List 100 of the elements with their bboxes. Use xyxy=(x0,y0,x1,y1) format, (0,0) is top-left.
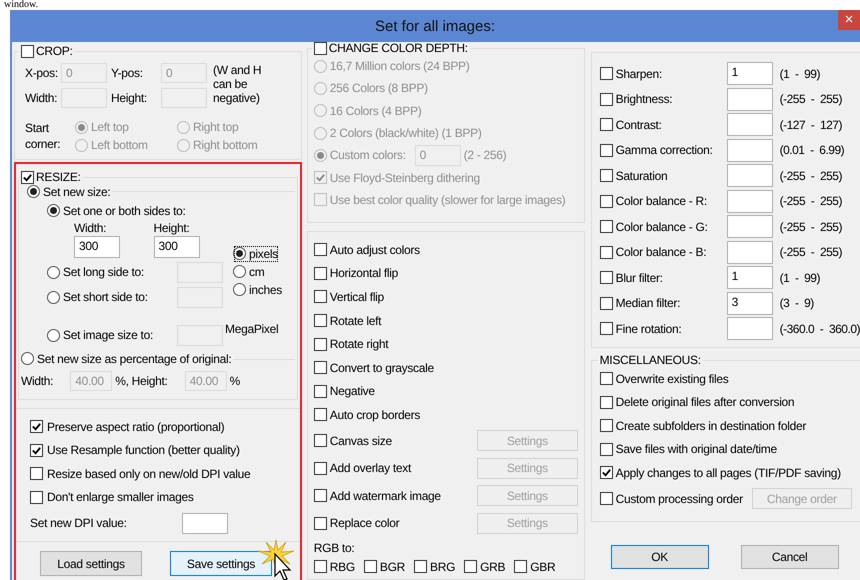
radio-option[interactable]: Set new size: xyxy=(27,184,110,198)
checkbox[interactable] xyxy=(30,444,43,457)
checkbox-label: Delete original files after conversion xyxy=(616,395,794,410)
radio-option[interactable]: Left top xyxy=(75,120,177,134)
input-field[interactable] xyxy=(726,215,773,238)
field-label: Width: xyxy=(25,90,58,104)
input-field[interactable]: 3 xyxy=(726,292,773,315)
checkbox[interactable] xyxy=(414,560,428,574)
input-field[interactable] xyxy=(726,190,773,213)
ok-button[interactable]: OK xyxy=(610,544,709,568)
checkbox[interactable] xyxy=(600,246,613,259)
input-field[interactable] xyxy=(726,113,773,136)
range-label: (-255 - 255) xyxy=(780,194,842,208)
close-button[interactable]: × xyxy=(838,10,860,30)
input-field[interactable] xyxy=(726,88,773,111)
settings-button[interactable]: Save settings xyxy=(170,551,272,576)
radio-option[interactable]: Right bottom xyxy=(177,138,287,152)
checkbox-label: Rotate left xyxy=(330,314,382,328)
checkbox[interactable] xyxy=(600,322,613,336)
input-field[interactable]: 40.00 xyxy=(70,371,112,391)
checkbox-label: Create subfolders in destination folder xyxy=(616,418,806,433)
checkbox[interactable] xyxy=(600,396,613,409)
checkbox[interactable] xyxy=(314,290,327,304)
checkbox[interactable] xyxy=(600,92,613,106)
checkbox-label: Use best color quality (slower for large images) xyxy=(330,192,566,207)
checkbox-label: Negative xyxy=(330,384,376,398)
checkbox[interactable] xyxy=(600,67,613,80)
radio-option[interactable]: Set one or both sides to: xyxy=(47,200,233,220)
checkbox[interactable] xyxy=(600,419,613,432)
input-field[interactable]: 40.00 xyxy=(184,371,227,391)
radio-option[interactable]: pixels xyxy=(233,244,279,262)
radio-option[interactable]: Set image size to: xyxy=(47,328,177,342)
input-field[interactable] xyxy=(182,512,228,534)
input-field[interactable] xyxy=(726,240,773,264)
checkbox[interactable] xyxy=(314,314,327,328)
input-field[interactable]: 0 xyxy=(414,144,461,166)
input-field[interactable]: 300 xyxy=(154,236,200,258)
checkbox[interactable] xyxy=(600,144,613,157)
checkbox[interactable] xyxy=(314,560,327,574)
checkbox[interactable] xyxy=(314,266,327,280)
input-field[interactable]: 1 xyxy=(726,266,773,290)
radio-option[interactable]: Left bottom xyxy=(75,138,177,152)
radio-option[interactable]: Set long side to: xyxy=(47,265,177,279)
checkbox-label: BGR xyxy=(380,560,406,574)
input-field[interactable] xyxy=(726,164,773,188)
checkbox[interactable] xyxy=(314,384,327,398)
checkbox[interactable] xyxy=(314,462,327,474)
input-field[interactable]: 0 xyxy=(161,62,207,82)
checkbox[interactable] xyxy=(314,338,327,351)
field-label: Height: xyxy=(154,220,190,234)
group-title: MISCELLANEOUS: xyxy=(600,353,701,367)
checkbox[interactable] xyxy=(314,243,327,256)
checkbox[interactable] xyxy=(600,372,613,386)
input-field[interactable]: 0 xyxy=(61,62,107,82)
radio-option[interactable]: 16 Colors (4 BPP) xyxy=(314,104,422,118)
checkbox[interactable] xyxy=(314,516,327,530)
radio-option[interactable]: 256 Colors (8 BPP) xyxy=(314,81,428,96)
cancel-button[interactable]: Cancel xyxy=(740,544,839,568)
checkbox[interactable] xyxy=(464,560,478,574)
checkbox[interactable] xyxy=(600,271,613,284)
checkbox[interactable] xyxy=(600,169,613,182)
input-field[interactable]: 1 xyxy=(726,62,773,86)
checkbox[interactable] xyxy=(30,490,43,504)
checkbox[interactable] xyxy=(514,560,528,574)
checkbox[interactable] xyxy=(600,466,613,480)
radio-option[interactable]: Set short side to: xyxy=(47,290,177,304)
checkbox[interactable] xyxy=(314,408,327,422)
checkbox[interactable] xyxy=(314,42,327,54)
checkbox[interactable] xyxy=(21,44,34,58)
radio-option[interactable]: 2 Colors (black/white) (1 BPP) xyxy=(314,126,482,140)
radio-option[interactable]: Custom colors: xyxy=(314,148,406,162)
checkbox[interactable] xyxy=(600,296,613,310)
radio-option[interactable]: Set new size as percentage of original: xyxy=(21,352,232,366)
checkbox[interactable] xyxy=(600,442,613,456)
input-field[interactable] xyxy=(726,317,773,340)
range-label: (-127 - 127) xyxy=(780,118,842,132)
checkbox[interactable] xyxy=(314,489,327,502)
checkbox[interactable] xyxy=(314,193,327,206)
radio-option[interactable]: inches xyxy=(233,280,282,298)
field-label: %, Height: xyxy=(115,374,168,388)
checkbox-label: Replace color xyxy=(330,516,400,530)
radio-option[interactable]: Right top xyxy=(177,120,287,134)
checkbox[interactable] xyxy=(600,220,613,234)
checkbox[interactable] xyxy=(314,361,327,374)
settings-button[interactable]: Load settings xyxy=(40,551,142,576)
checkbox[interactable] xyxy=(600,194,613,208)
checkbox[interactable] xyxy=(364,560,377,574)
checkbox-label: Gamma correction: xyxy=(616,143,714,158)
radio-option[interactable]: cm xyxy=(233,262,282,280)
checkbox[interactable] xyxy=(314,434,327,447)
checkbox[interactable] xyxy=(30,420,43,434)
checkbox[interactable] xyxy=(600,118,613,132)
radio-option[interactable]: 16,7 Million colors (24 BPP) xyxy=(314,59,470,74)
input-field[interactable]: 300 xyxy=(74,236,120,258)
checkbox[interactable] xyxy=(30,467,43,480)
hint-text: (W and H can be negative) xyxy=(212,62,262,105)
checkbox[interactable] xyxy=(600,492,613,505)
checkbox[interactable] xyxy=(314,171,327,184)
checkbox[interactable] xyxy=(21,170,34,184)
input-field[interactable] xyxy=(726,138,773,162)
